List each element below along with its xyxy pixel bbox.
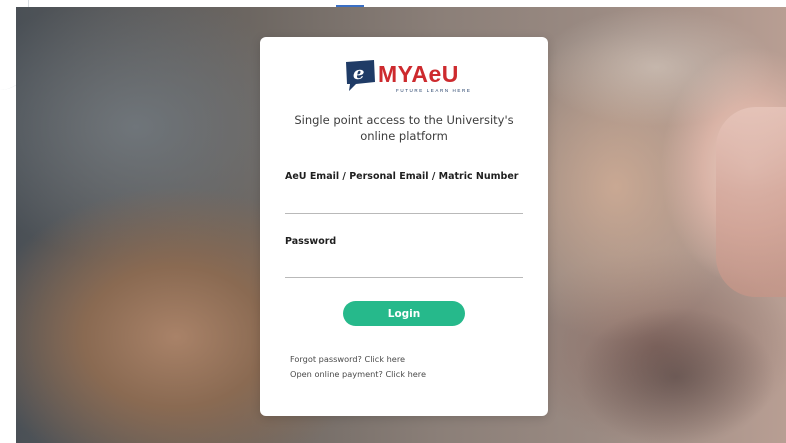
background-cup-shape (716, 107, 786, 297)
logo-icon-letter: e (353, 63, 364, 84)
password-input[interactable] (285, 255, 523, 278)
myaeu-logo: e MYAeU FUTURE LEARN HERE (342, 58, 472, 98)
identifier-input[interactable] (285, 191, 523, 214)
identifier-label: AeU Email / Personal Email / Matric Numb… (285, 171, 519, 182)
logo-tagline: FUTURE LEARN HERE (396, 88, 472, 93)
login-button[interactable]: Login (343, 301, 465, 326)
forgot-password-link[interactable]: Forgot password? Click here (290, 354, 405, 364)
intro-text: Single point access to the University's … (280, 112, 528, 144)
online-payment-link[interactable]: Open online payment? Click here (290, 369, 426, 379)
intro-line-2: online platform (360, 129, 448, 143)
intro-line-1: Single point access to the University's (294, 113, 514, 127)
password-label: Password (285, 236, 337, 247)
speech-bubble-e-icon: e (346, 60, 375, 91)
login-card: e MYAeU FUTURE LEARN HERE Single point a… (260, 37, 548, 416)
logo-brand-text: MYAeU (378, 61, 459, 87)
background-blur-shadow (576, 307, 776, 443)
